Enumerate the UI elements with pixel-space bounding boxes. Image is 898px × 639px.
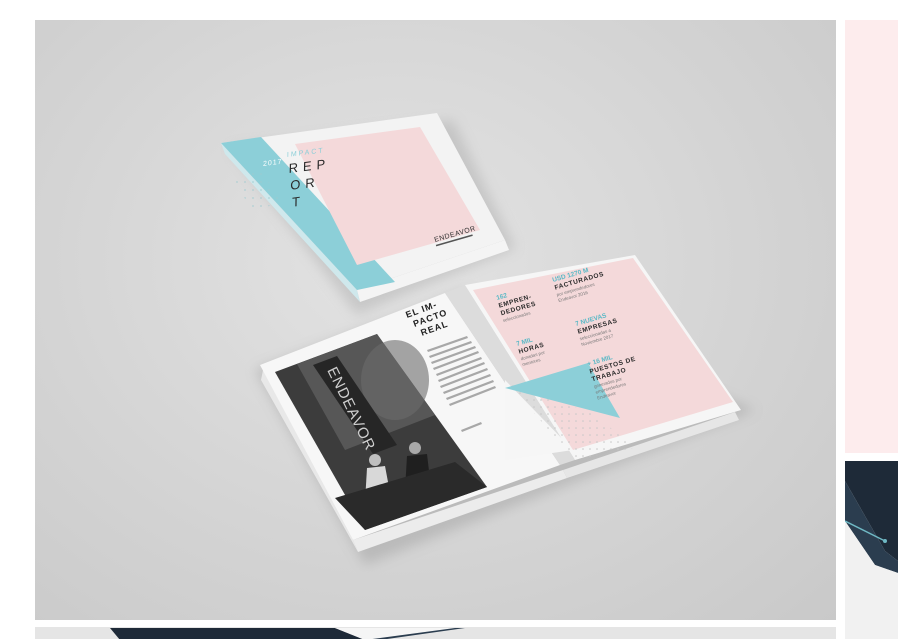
side-dark-graphic (845, 461, 898, 639)
cover-title-line-3: T (292, 193, 305, 210)
bottom-tile-graphic (110, 628, 465, 639)
portfolio-image-bottom[interactable] (35, 627, 836, 639)
portfolio-image-main[interactable]: 2017 IMPACT REP OR T ENDEAVOR ENDEAVOR E… (35, 20, 836, 620)
open-book: ENDEAVOR EL IM- PACTO REAL 162 EMPREN- D… (255, 255, 755, 565)
report-mockup-illustration: 2017 IMPACT REP OR T ENDEAVOR ENDEAVOR E… (221, 113, 755, 565)
portfolio-image-side-pink[interactable] (845, 20, 898, 453)
portfolio-image-side-dark[interactable] (845, 461, 898, 639)
